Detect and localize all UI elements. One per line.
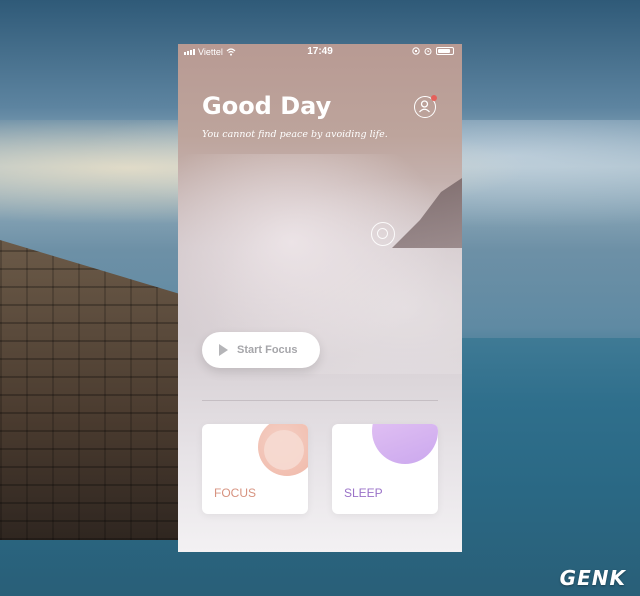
target-icon[interactable] (371, 222, 395, 246)
background-mountain (392, 178, 462, 248)
watermark-logo: GENK (559, 566, 626, 590)
focus-card-circle-inner (264, 430, 304, 470)
page-subtitle: You cannot find peace by avoiding life. (202, 129, 388, 140)
divider (202, 400, 438, 401)
focus-card[interactable]: FOCUS (202, 424, 308, 514)
sleep-card[interactable]: SLEEP (332, 424, 438, 514)
start-focus-label: Start Focus (237, 344, 298, 356)
page-title: Good Day (202, 92, 332, 120)
sleep-card-label: SLEEP (344, 486, 383, 500)
sleep-card-circle (372, 424, 438, 464)
play-icon (219, 344, 228, 356)
alarm-icon (424, 48, 432, 55)
status-bar: Viettel 17:49 (178, 44, 462, 60)
focus-card-label: FOCUS (214, 486, 256, 500)
notification-dot (431, 95, 437, 101)
start-focus-button[interactable]: Start Focus (202, 332, 320, 368)
battery-icon (436, 47, 454, 55)
profile-button[interactable] (414, 95, 437, 118)
orientation-lock-icon (412, 47, 420, 55)
phone-screen: Viettel 17:49 Good Day You cannot find p… (178, 44, 462, 552)
